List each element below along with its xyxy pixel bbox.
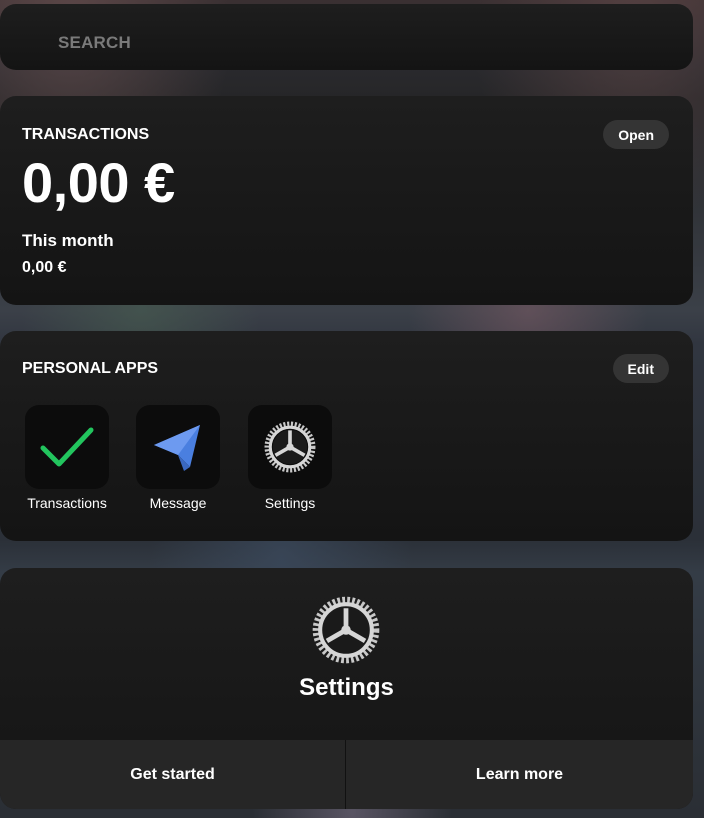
app-label: Transactions: [27, 495, 107, 511]
checkmark-icon: [25, 405, 109, 489]
settings-title: Settings: [299, 674, 394, 701]
gear-icon: [312, 596, 380, 664]
open-button[interactable]: Open: [603, 120, 669, 149]
gear-icon: [248, 405, 332, 489]
period-label: This month: [22, 231, 114, 250]
learn-more-button[interactable]: Learn more: [346, 740, 693, 809]
app-label: Settings: [264, 495, 316, 511]
app-tile-transactions[interactable]: Transactions: [12, 405, 122, 511]
settings-widget: Settings Get started Learn more: [0, 568, 693, 809]
personal-apps-widget: PERSONAL APPS Edit Transactions Message: [0, 331, 693, 541]
period-amount: 0,00 €: [22, 259, 67, 276]
edit-button[interactable]: Edit: [612, 354, 669, 383]
get-started-button[interactable]: Get started: [0, 740, 345, 809]
search-bar[interactable]: SEARCH: [0, 4, 693, 70]
transactions-title: TRANSACTIONS: [22, 126, 150, 143]
search-input[interactable]: SEARCH: [58, 33, 131, 53]
paper-plane-icon: [136, 405, 220, 489]
personal-apps-title: PERSONAL APPS: [22, 360, 159, 377]
app-tile-message[interactable]: Message: [123, 405, 233, 511]
transactions-total: 0,00 €: [22, 151, 175, 214]
app-label: Message: [149, 495, 207, 511]
app-tile-settings[interactable]: Settings: [235, 405, 345, 511]
transactions-widget: TRANSACTIONS Open 0,00 € This month 0,00…: [0, 96, 693, 305]
